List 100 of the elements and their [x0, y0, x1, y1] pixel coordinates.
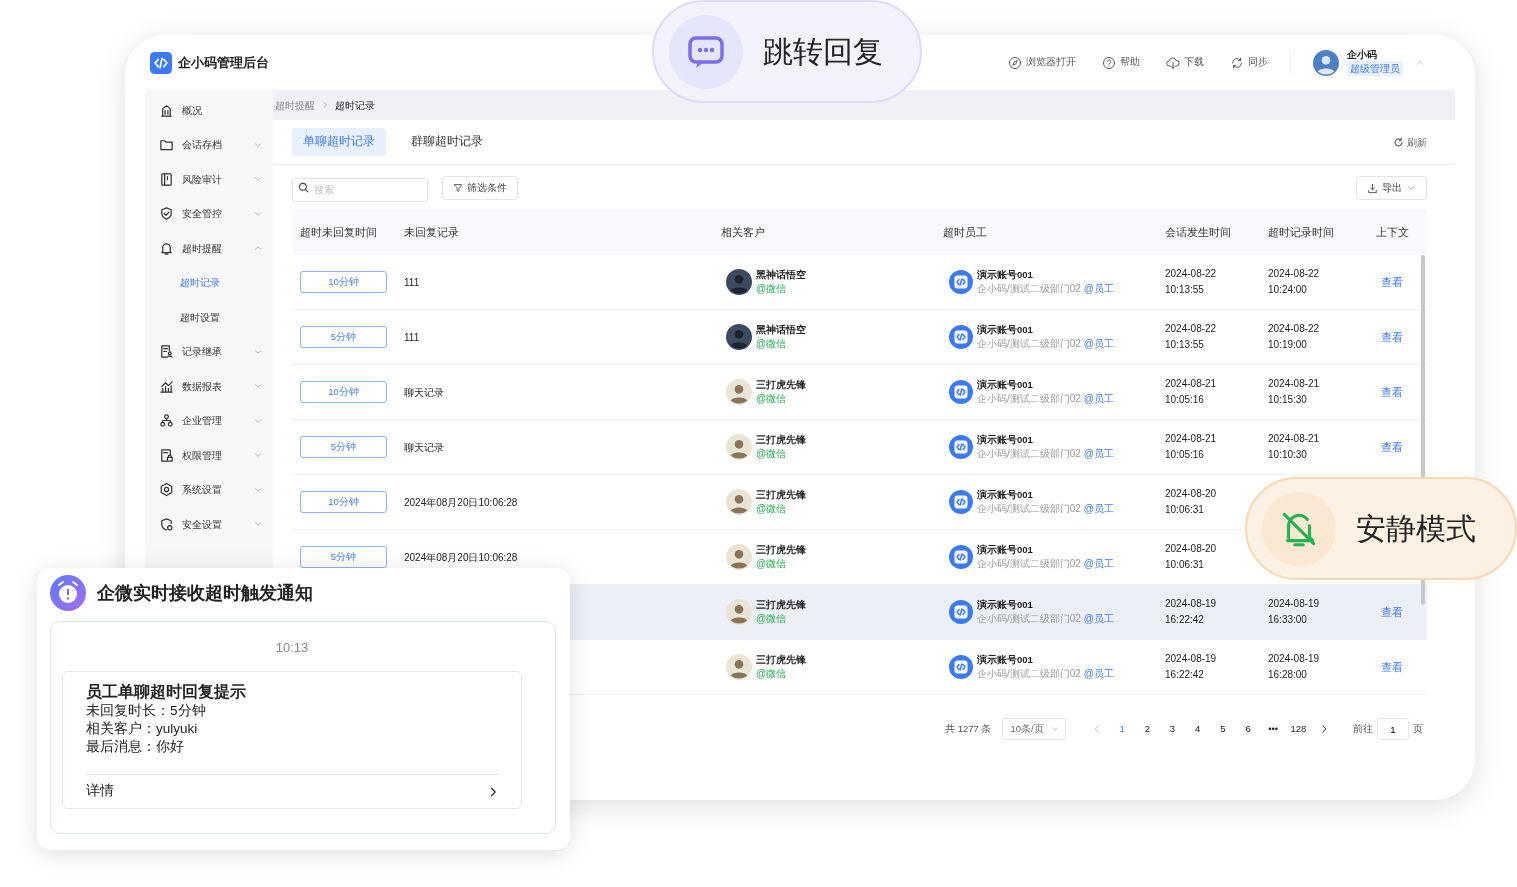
sidebar-item[interactable]: 企业管理 [145, 403, 273, 438]
column-header: 未回复记录 [403, 225, 460, 241]
source-tag: @微信 [756, 281, 806, 296]
source-tag: @微信 [756, 666, 806, 681]
date-time: 2024-08-19 16:22:42 [1165, 651, 1217, 682]
compass-icon [1008, 55, 1022, 70]
date-time: 2024-08-21 10:05:16 [1165, 431, 1217, 462]
sidebar-subitem[interactable]: 超时设置 [145, 300, 273, 335]
toolbar-button[interactable]: 下载 [1166, 55, 1204, 70]
duration-tag: 10分钟 [300, 381, 387, 403]
sidebar-item[interactable]: 数据报表 [145, 369, 273, 404]
total-count: 共 1277 条 [945, 721, 992, 736]
column-header: 会话发生时间 [1164, 225, 1232, 241]
employee-department: 企小码/测试二级部门02 @员工 [977, 611, 1114, 626]
date-time: 2024-08-20 10:06:31 [1165, 486, 1217, 517]
view-link[interactable]: 查看 [1381, 603, 1403, 621]
refresh-icon [1393, 136, 1404, 148]
download-icon [1367, 182, 1378, 194]
sidebar-item[interactable]: 超时提醒 [145, 231, 273, 266]
employee-name: 演示账号001 [977, 378, 1034, 392]
toolbar-button[interactable]: 同步 [1230, 55, 1268, 70]
search-field[interactable]: 搜索 [292, 177, 428, 202]
filter-button[interactable]: 筛选条件 [442, 176, 518, 200]
search-icon [298, 182, 309, 193]
document-person-icon [159, 344, 174, 360]
sidebar-item[interactable]: 安全设置 [145, 507, 273, 542]
goto-label: 前往 [1353, 721, 1373, 736]
sync-icon [1230, 55, 1244, 70]
toolbar-button[interactable]: 浏览器打开 [1008, 55, 1076, 70]
column-header: 超时记录时间 [1267, 225, 1335, 241]
customer-name: 三打虎先锋 [756, 653, 806, 667]
view-link[interactable]: 查看 [1381, 438, 1403, 456]
view-link[interactable]: 查看 [1381, 273, 1403, 291]
employee-department: 企小码/测试二级部门02 @员工 [977, 391, 1114, 406]
export-button[interactable]: 导出 [1356, 176, 1427, 200]
sidebar-item[interactable]: 权限管理 [145, 438, 273, 473]
customer-avatar [726, 544, 752, 570]
duration-tag: 5分钟 [300, 436, 387, 458]
alarm-clock-icon [50, 575, 86, 611]
next-page-icon[interactable] [1319, 724, 1329, 734]
column-header: 相关客户 [720, 225, 766, 241]
date-time: 2024-08-21 10:15:30 [1268, 376, 1320, 407]
details-link[interactable]: 详情 [86, 781, 114, 802]
page-button[interactable]: 4 [1187, 721, 1208, 737]
customer-name: 黑神话悟空 [756, 323, 806, 337]
customer-name: 三打虎先锋 [756, 433, 806, 447]
sidebar-subitem[interactable]: 超时记录 [145, 265, 273, 300]
page-button[interactable]: 3 [1162, 721, 1183, 737]
page-suffix: 页 [1413, 721, 1423, 736]
customer-avatar [726, 269, 752, 295]
refresh-button[interactable]: 刷新 [1393, 134, 1427, 150]
date-time: 2024-08-21 10:05:16 [1165, 376, 1217, 407]
table-row[interactable]: 10分钟 111 黑神话悟空 @微信 演示账号001 企小码/测试二级部门02 @员工 2024-08-22 10:13:55 2024-08-22 10:24:00 查看 [292, 255, 1427, 310]
message-line: 未回复时长：5分钟 [86, 701, 207, 720]
sidebar-item[interactable]: 会话存档 [145, 127, 273, 162]
date-time: 2024-08-20 10:06:31 [1165, 541, 1217, 572]
jump-reply-toast: 跳转回复 [652, 0, 922, 103]
view-link[interactable]: 查看 [1381, 328, 1403, 346]
tab[interactable]: 单聊超时记录 [292, 128, 386, 156]
account-logo-icon [949, 435, 973, 459]
tab[interactable]: 群聊超时记录 [400, 128, 494, 156]
account-logo-icon [949, 380, 973, 404]
app-logo-icon [150, 51, 172, 74]
sidebar-item[interactable]: 概况 [145, 93, 273, 128]
page-size-select[interactable]: 10条/页 [1001, 718, 1066, 740]
sidebar-item[interactable]: 安全管控 [145, 196, 273, 231]
role-tag: 超级管理员 [1347, 61, 1403, 76]
table-cell-text: 111 [404, 275, 420, 290]
date-time: 2024-08-19 16:22:42 [1165, 596, 1217, 627]
customer-avatar [726, 654, 752, 680]
column-header: 上下文 [1375, 225, 1410, 241]
customer-name: 三打虎先锋 [756, 543, 806, 557]
table-row[interactable]: 5分钟 聊天记录 三打虎先锋 @微信 演示账号001 企小码/测试二级部门02 @员工 2024-08-21 10:05:16 2024-08-21 10:10:30 查看 [292, 420, 1427, 475]
account-logo-icon [949, 545, 973, 569]
customer-avatar [726, 434, 752, 460]
customer-avatar [726, 379, 752, 405]
org-chart-icon [159, 413, 174, 429]
document-lock-icon [159, 447, 174, 463]
page-button[interactable]: 128 [1288, 721, 1309, 737]
view-link[interactable]: 查看 [1381, 383, 1403, 401]
date-time: 2024-08-22 10:13:55 [1165, 266, 1217, 297]
date-time: 2024-08-19 16:28:00 [1268, 651, 1320, 682]
sidebar-item[interactable]: 记录继承 [145, 334, 273, 369]
toolbar-button[interactable]: 帮助 [1102, 55, 1140, 70]
sidebar-item[interactable]: 风险审计 [145, 162, 273, 197]
sidebar-item[interactable]: 系统设置 [145, 472, 273, 507]
table-row[interactable]: 10分钟 聊天记录 三打虎先锋 @微信 演示账号001 企小码/测试二级部门02 @员工 2024-08-21 10:05:16 2024-08-21 10:15:30 查看 [292, 365, 1427, 420]
page-input[interactable]: 1 [1377, 718, 1409, 740]
page-button[interactable]: 5 [1212, 721, 1233, 737]
page-button[interactable]: 2 [1137, 721, 1158, 737]
page-button[interactable]: 6 [1238, 721, 1259, 737]
employee-department: 企小码/测试二级部门02 @员工 [977, 336, 1114, 351]
customer-name: 三打虎先锋 [756, 598, 806, 612]
table-row[interactable]: 5分钟 111 黑神话悟空 @微信 演示账号001 企小码/测试二级部门02 @员工 2024-08-22 10:13:55 2024-08-22 10:19:00 查看 [292, 310, 1427, 365]
employee-department: 企小码/测试二级部门02 @员工 [977, 446, 1114, 461]
page-button[interactable]: ••• [1263, 721, 1284, 737]
view-link[interactable]: 查看 [1381, 658, 1403, 676]
page-button[interactable]: 1 [1112, 721, 1133, 737]
customer-avatar [726, 324, 752, 350]
book-icon [159, 171, 174, 187]
